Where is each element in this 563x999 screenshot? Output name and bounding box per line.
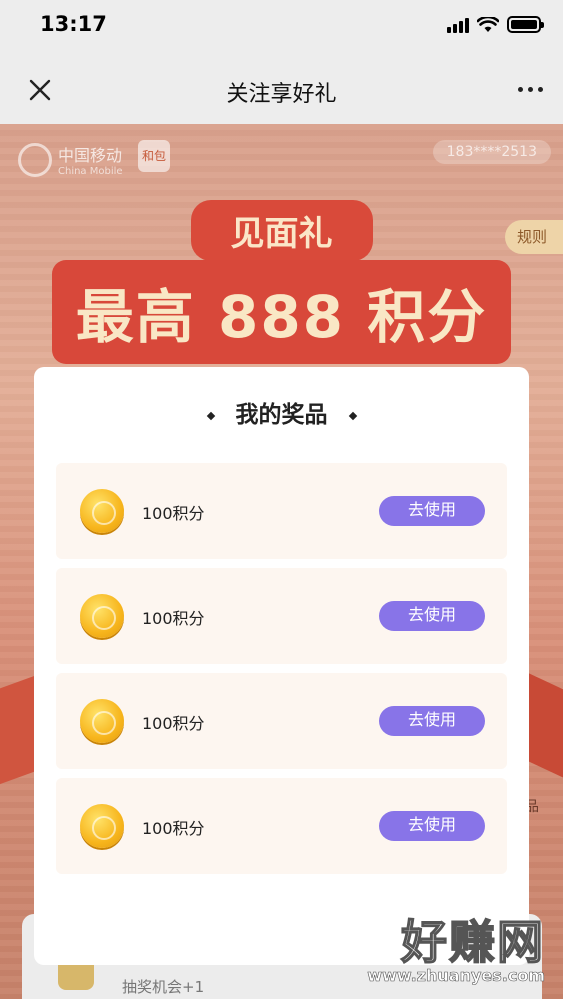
status-bar: 13:17 — [0, 0, 563, 54]
prize-label: 100积分 — [142, 819, 205, 838]
prize-item: 100积分 去使用 — [56, 568, 507, 664]
prize-label: 100积分 — [142, 504, 205, 523]
modal-title: 我的奖品 — [34, 395, 529, 429]
brand-name-cn: 中国移动 — [58, 146, 123, 165]
prize-item: 100积分 去使用 — [56, 673, 507, 769]
watermark-text: 好赚网 — [400, 914, 545, 970]
china-mobile-logo: 中国移动 China Mobile — [18, 142, 123, 177]
use-button[interactable]: 去使用 — [379, 601, 485, 631]
use-button[interactable]: 去使用 — [379, 496, 485, 526]
status-icons — [447, 16, 544, 33]
coin-icon — [80, 489, 124, 533]
brand-name-en: China Mobile — [58, 166, 123, 177]
prize-list: 100积分 去使用 100积分 去使用 100积分 去使用 100积分 去使用 — [56, 463, 507, 883]
phone-number: 183****2513 — [432, 140, 551, 164]
prize-label: 100积分 — [142, 714, 205, 733]
prize-item: 100积分 去使用 — [56, 778, 507, 874]
use-button[interactable]: 去使用 — [379, 706, 485, 736]
watermark-url: www.zhuanyes.com — [367, 966, 545, 986]
prizes-modal: 我的奖品 100积分 去使用 100积分 去使用 100积分 去使用 100积分… — [34, 367, 529, 965]
task-text: 抽奖机会+1 — [122, 978, 205, 996]
watermark: 好赚网 www.zhuanyes.com — [367, 906, 545, 985]
prize-item: 100积分 去使用 — [56, 463, 507, 559]
coin-icon — [80, 594, 124, 638]
banner-title: 最高 888 积分 — [0, 260, 563, 364]
coin-icon — [80, 804, 124, 848]
prize-label: 100积分 — [142, 609, 205, 628]
banner-subtitle: 见面礼 — [0, 200, 563, 261]
more-icon[interactable] — [518, 87, 543, 92]
diamond-icon — [348, 411, 357, 420]
signal-icon — [447, 17, 469, 33]
use-button[interactable]: 去使用 — [379, 811, 485, 841]
hebao-logo: 和包 — [138, 140, 170, 172]
china-mobile-logo-icon — [18, 142, 52, 177]
coin-icon — [80, 699, 124, 743]
page-title: 关注享好礼 — [226, 82, 337, 107]
wifi-icon — [477, 16, 499, 32]
status-time: 13:17 — [40, 12, 107, 36]
nav-bar: 关注享好礼 — [0, 54, 563, 124]
battery-icon — [507, 16, 544, 33]
diamond-icon — [206, 411, 215, 420]
